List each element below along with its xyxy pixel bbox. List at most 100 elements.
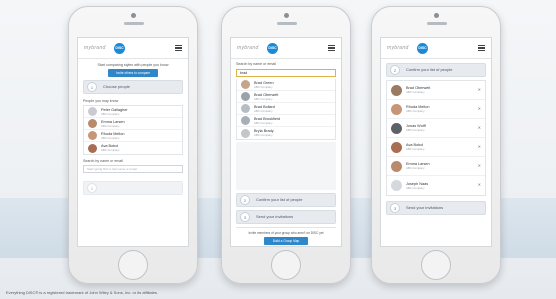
home-button — [421, 250, 451, 280]
speaker-icon — [427, 22, 447, 25]
avatar — [391, 84, 402, 96]
remove-icon[interactable]: ✕ — [478, 106, 481, 111]
step-label: Confirm your list of people — [406, 67, 453, 72]
person-company: ABC Company — [254, 133, 273, 137]
list-item[interactable]: Emma Larsen ABC Company — [84, 118, 182, 130]
step-label: Choose people — [103, 84, 130, 89]
search-label: Search by name or email — [83, 159, 123, 163]
group-map-section: Invite members of your group who aren't … — [236, 227, 336, 245]
list-item[interactable]: Bryla Brady ABC Company — [237, 127, 335, 139]
remove-icon[interactable]: ✕ — [478, 163, 481, 168]
person-company: ABC Company — [254, 84, 273, 89]
step-3-send-invitations[interactable]: 3 Send your invitations — [386, 201, 486, 215]
home-button — [118, 250, 148, 280]
disc-badge: DISC — [417, 43, 428, 54]
list-item[interactable]: Brad Oberwelt ABC Company — [237, 91, 335, 103]
avatar — [241, 92, 250, 101]
home-button — [271, 250, 301, 280]
camera-icon — [434, 13, 439, 18]
list-item[interactable]: Brad Bollard ABC Company — [237, 103, 335, 115]
person-name: Brad Oberwelt — [254, 92, 279, 97]
person-company: ABC Company — [406, 90, 425, 94]
step-label: Send your invitations — [406, 205, 444, 210]
remove-icon[interactable]: ✕ — [478, 144, 481, 149]
list-item[interactable]: Ava Bobol ABC Company — [84, 142, 182, 154]
avatar — [391, 141, 402, 153]
person-company: ABC Company — [406, 166, 425, 170]
list-item[interactable]: Peter Gallagher ABC Company — [84, 106, 182, 118]
step-number: 1 — [87, 82, 97, 92]
avatar — [241, 128, 250, 138]
avatar — [391, 180, 402, 191]
app-header: mybrand DISC — [231, 38, 341, 59]
person-name: Brad Brookfield — [254, 116, 280, 121]
phone-3: mybrand DISC 2 Confirm your list of peop… — [371, 6, 501, 284]
person-company: ABC Company — [101, 148, 120, 152]
app-header: mybrand DISC — [78, 38, 188, 59]
app-logo: mybrand — [387, 45, 409, 51]
avatar — [88, 107, 97, 116]
list-item[interactable]: Rhoda Mellon ABC Company — [84, 130, 182, 142]
phone-1-screen: mybrand DISC Start comparing styles with… — [77, 37, 189, 247]
phone-1: mybrand DISC Start comparing styles with… — [68, 6, 198, 284]
list-item[interactable]: Brad Brookfield ABC Company — [237, 115, 335, 127]
build-group-map-button[interactable]: Build a Group Map — [264, 237, 308, 245]
avatar — [241, 80, 250, 89]
avatar — [391, 122, 402, 134]
search-label: Search by name or email — [236, 62, 276, 66]
hamburger-menu-icon[interactable] — [478, 45, 485, 51]
person-name: Brad Bollard — [254, 104, 275, 109]
step-number: 3 — [240, 212, 250, 222]
person-company: ABC Company — [254, 108, 273, 113]
remove-icon[interactable]: ✕ — [478, 125, 481, 130]
hamburger-menu-icon[interactable] — [328, 45, 335, 51]
avatar — [88, 143, 97, 153]
avatar — [88, 119, 97, 128]
step-1-choose-people[interactable]: 1 Choose people — [83, 80, 183, 94]
person-name: Peter Gallagher — [101, 107, 128, 112]
list-item: Ava Bobol ABC Company ✕ — [387, 138, 485, 157]
avatar — [241, 116, 250, 125]
step-label: Send your invitations — [256, 214, 294, 219]
step-3-send-invitations[interactable]: 3 Send your invitations — [236, 210, 336, 224]
remove-icon[interactable]: ✕ — [478, 87, 481, 92]
camera-icon — [284, 13, 289, 18]
hamburger-menu-icon[interactable] — [175, 45, 182, 51]
person-name: Joseph Naas — [406, 181, 429, 186]
speaker-icon — [124, 22, 144, 25]
step-number: 2 — [240, 195, 250, 205]
search-input[interactable]: brad — [236, 69, 336, 77]
phone-3-screen: mybrand DISC 2 Confirm your list of peop… — [380, 37, 492, 247]
remove-icon[interactable]: ✕ — [478, 182, 481, 187]
avatar — [391, 160, 402, 172]
step-2-confirm-list[interactable]: 2 Confirm your list of people — [386, 63, 486, 77]
person-company: ABC Company — [254, 96, 273, 101]
list-item: Brad Oberwelt ABC Company ✕ — [387, 81, 485, 100]
avatar — [88, 131, 97, 140]
camera-icon — [131, 13, 136, 18]
person-company: ABC Company — [101, 123, 120, 128]
person-company: ABC Company — [406, 147, 425, 151]
people-label: People you may know — [83, 99, 119, 103]
step-label: Confirm your list of people — [256, 197, 303, 202]
list-item: Jonas Wolff ABC Company ✕ — [387, 119, 485, 138]
disc-badge: DISC — [114, 43, 125, 54]
phone-2: mybrand DISC Search by name or email bra… — [221, 6, 351, 284]
search-input[interactable]: Start typing first or last name or email — [83, 165, 183, 173]
step-2-faded: 2 — [83, 181, 183, 195]
list-item: Emma Larsen ABC Company ✕ — [387, 157, 485, 176]
disc-badge: DISC — [267, 43, 278, 54]
step-2-confirm-list[interactable]: 2 Confirm your list of people — [236, 193, 336, 207]
person-company: ABC Company — [254, 120, 273, 125]
app-header: mybrand DISC — [381, 38, 491, 59]
list-item: Rhoda Mellon ABC Company ✕ — [387, 100, 485, 119]
trademark-note: Everything DiSC® is a registered tradema… — [6, 290, 159, 295]
person-company: ABC Company — [101, 111, 120, 116]
person-company: ABC Company — [406, 109, 425, 113]
person-name: Emma Larsen — [101, 119, 125, 124]
list-item[interactable]: Brad Green ABC Company — [237, 79, 335, 91]
group-map-text: Invite members of your group who aren't … — [248, 231, 324, 235]
person-name: Brad Green — [254, 80, 274, 85]
invite-button[interactable]: Invite others to compare — [108, 69, 158, 77]
people-list: Peter Gallagher ABC Company Emma Larsen AB… — [83, 105, 183, 155]
